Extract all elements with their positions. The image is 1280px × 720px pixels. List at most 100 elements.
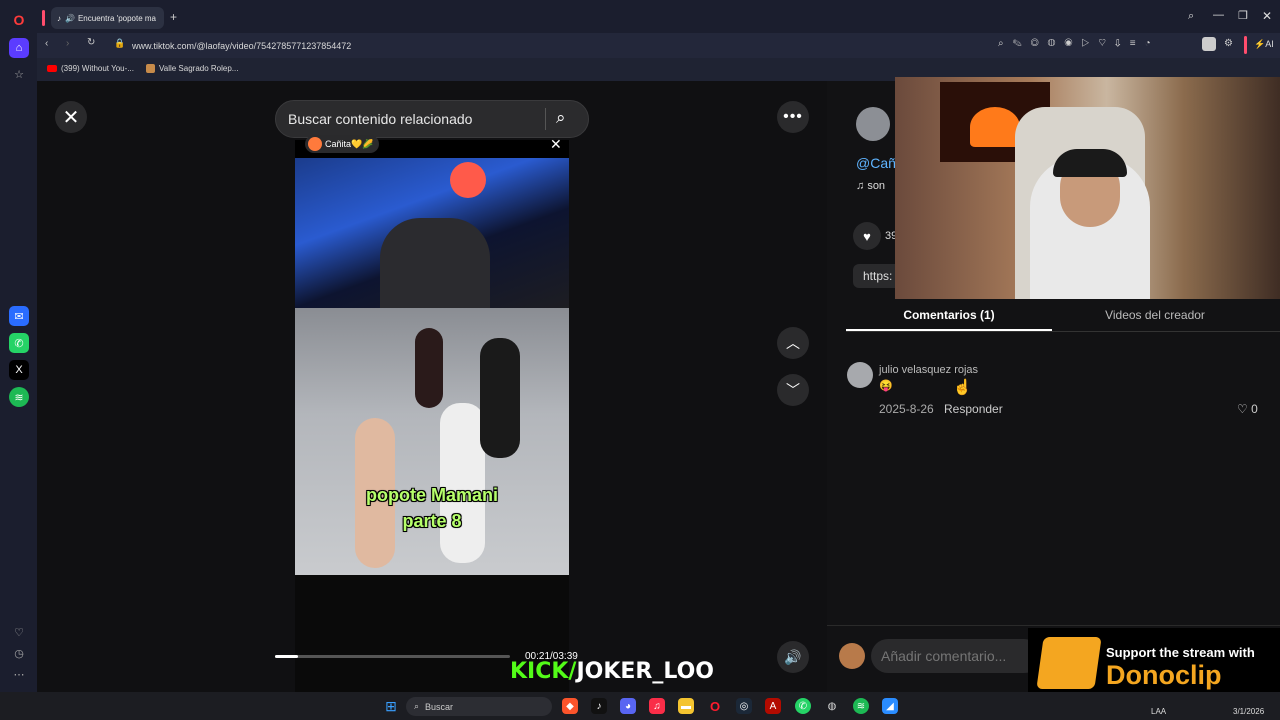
opera-taskbar-icon[interactable]: O bbox=[707, 698, 723, 714]
steam-icon[interactable]: ◎ bbox=[736, 698, 752, 714]
tab-search-icon[interactable]: ⌕ bbox=[1188, 10, 1194, 23]
video-caption: popote Mamani parte 8 bbox=[295, 482, 569, 534]
music-app-icon[interactable]: ♫ bbox=[649, 698, 665, 714]
taskbar bbox=[0, 692, 1280, 720]
webcam-overlay bbox=[895, 77, 1280, 299]
close-player-button[interactable]: ✕ bbox=[55, 101, 87, 133]
back-icon[interactable]: ‹ bbox=[45, 38, 48, 49]
tiktok-favicon-icon: ♪ bbox=[57, 13, 61, 23]
messenger-icon[interactable]: ✉ bbox=[9, 306, 29, 326]
brave-icon[interactable]: ◆ bbox=[562, 698, 578, 714]
app-icon[interactable]: ◢ bbox=[882, 698, 898, 714]
spotify-taskbar-icon[interactable]: ≋ bbox=[853, 698, 869, 714]
clapperboard-icon bbox=[1036, 637, 1102, 689]
kick-overlay: KICK/JOKER_LOO bbox=[510, 659, 714, 684]
tab-strip bbox=[37, 0, 1280, 33]
heart-outline-icon: ♡ bbox=[1237, 402, 1252, 416]
caption-line-1: popote Mamani bbox=[365, 485, 498, 505]
video-frame[interactable]: popote Mamani parte 8 bbox=[295, 140, 569, 692]
related-search-input[interactable]: Buscar contenido relacionado bbox=[275, 100, 589, 138]
reload-icon[interactable]: ↻ bbox=[87, 37, 95, 48]
comment-author[interactable]: julio velasquez rojas bbox=[879, 364, 978, 376]
discord-icon[interactable]: ◕ bbox=[620, 698, 636, 714]
search-icon[interactable]: ⌕ bbox=[556, 108, 566, 128]
chevron-up-icon: ︿ bbox=[786, 335, 800, 351]
streamer-hair bbox=[1053, 149, 1127, 177]
spotify-icon[interactable]: ≋ bbox=[9, 387, 29, 407]
settings-icon[interactable]: ⚙ bbox=[1224, 38, 1233, 49]
my-avatar bbox=[839, 643, 865, 669]
toolbar-icons[interactable]: ⌕✎◎◍◉▷♡⇩≡◔ bbox=[998, 38, 1160, 49]
tray-date[interactable]: 3/1/2026 bbox=[1233, 707, 1264, 716]
restore-icon[interactable]: ❐ bbox=[1238, 9, 1248, 22]
bookmark-youtube[interactable]: (399) Without You-... bbox=[47, 64, 134, 73]
creator-avatar[interactable] bbox=[856, 107, 890, 141]
creator-tag[interactable]: Cañita💛🌽 bbox=[305, 135, 380, 153]
tab-title: Encuentra 'popote ma bbox=[77, 13, 156, 23]
url-field[interactable]: www.tiktok.com/@laofay/video/75427857712… bbox=[132, 37, 1002, 54]
minimize-icon[interactable]: — bbox=[1213, 9, 1224, 21]
tiktok-icon[interactable]: ♪ bbox=[591, 698, 607, 714]
taskbar-search[interactable]: ⌕ Buscar bbox=[406, 697, 552, 716]
extensions-icon[interactable] bbox=[1202, 37, 1216, 51]
progress-track[interactable] bbox=[275, 655, 510, 658]
fireplace-flame bbox=[970, 107, 1020, 147]
reply-button[interactable]: Responder bbox=[944, 402, 1003, 416]
more-options-button[interactable]: ••• bbox=[777, 101, 809, 133]
add-comment-input[interactable] bbox=[871, 639, 1041, 673]
bookmark-favicon-icon bbox=[146, 64, 155, 73]
x-twitter-icon[interactable]: X bbox=[9, 360, 29, 380]
next-video-button[interactable]: ﹀ bbox=[777, 374, 809, 406]
close-tag-icon[interactable]: ✕ bbox=[550, 136, 562, 153]
star-icon[interactable]: ☆ bbox=[9, 64, 29, 84]
hand-cursor-icon: ☝ bbox=[953, 379, 972, 396]
bookmark-valle[interactable]: Valle Sagrado Rolep... bbox=[146, 64, 238, 73]
tab-creator-videos[interactable]: Videos del creador bbox=[1052, 305, 1258, 331]
windows-start-icon[interactable]: ⊞ bbox=[383, 698, 399, 714]
creator-handle[interactable]: @Cañ bbox=[856, 155, 896, 171]
ai-icon: ⚡ bbox=[1254, 39, 1266, 49]
music-note-icon: ♫ bbox=[856, 180, 868, 192]
taskbar-search-label: Buscar bbox=[425, 701, 454, 712]
whatsapp-icon[interactable]: ✆ bbox=[9, 333, 29, 353]
progress-fill bbox=[275, 655, 298, 658]
previous-video-button[interactable]: ︿ bbox=[777, 327, 809, 359]
more-icon[interactable]: ⋯ bbox=[9, 664, 29, 684]
comment-avatar[interactable] bbox=[847, 362, 873, 388]
opera-logo-icon[interactable]: O bbox=[9, 10, 29, 30]
donoclip-line-2: Donoclip bbox=[1106, 660, 1222, 690]
comment-like-button[interactable]: ♡ 0 bbox=[1237, 402, 1258, 416]
volume-icon: 🔊 bbox=[784, 648, 802, 665]
ai-button[interactable]: ⚡AI bbox=[1254, 39, 1274, 50]
kick-channel: JOKER_LOO bbox=[576, 659, 715, 684]
history-icon[interactable]: ◷ bbox=[9, 643, 29, 663]
tab-comments[interactable]: Comentarios (1) bbox=[846, 305, 1052, 331]
home-icon[interactable]: ⌂ bbox=[9, 38, 29, 58]
file-explorer-icon[interactable]: ▬ bbox=[678, 698, 694, 714]
creator-tag-avatar bbox=[308, 137, 322, 151]
forward-icon[interactable]: › bbox=[66, 38, 69, 49]
acrobat-icon[interactable]: A bbox=[765, 698, 781, 714]
heart-icon[interactable]: ♡ bbox=[9, 622, 29, 642]
volume-button[interactable]: 🔊 bbox=[777, 641, 809, 673]
video-game-scene bbox=[295, 308, 569, 575]
comment-date: 2025-8-26 bbox=[879, 402, 934, 416]
caption-line-2: parte 8 bbox=[402, 511, 462, 531]
app-icon[interactable]: ◍ bbox=[824, 698, 840, 714]
music-row[interactable]: ♫ son bbox=[856, 180, 885, 192]
like-button[interactable]: ♥ bbox=[853, 222, 881, 250]
tray-language[interactable]: LAA bbox=[1151, 707, 1166, 716]
heart-icon: ♥ bbox=[863, 228, 871, 244]
whatsapp-taskbar-icon[interactable]: ✆ bbox=[795, 698, 811, 714]
creator-tag-label: Cañita💛🌽 bbox=[325, 138, 374, 149]
comment-text: 😝 bbox=[879, 380, 893, 392]
tabs-divider bbox=[846, 331, 1280, 332]
donoclip-line-1: Support the stream with bbox=[1106, 645, 1255, 660]
tab-active[interactable]: ♪ 🔊 Encuentra 'popote ma bbox=[51, 7, 164, 29]
new-tab-icon[interactable]: + bbox=[170, 10, 177, 24]
bookmark-label: Valle Sagrado Rolep... bbox=[159, 64, 239, 73]
close-window-icon[interactable]: ✕ bbox=[1262, 9, 1272, 23]
tab-accent bbox=[42, 10, 45, 26]
bookmark-label: (399) Without You-... bbox=[61, 64, 134, 73]
chevron-down-icon: ﹀ bbox=[786, 382, 800, 398]
